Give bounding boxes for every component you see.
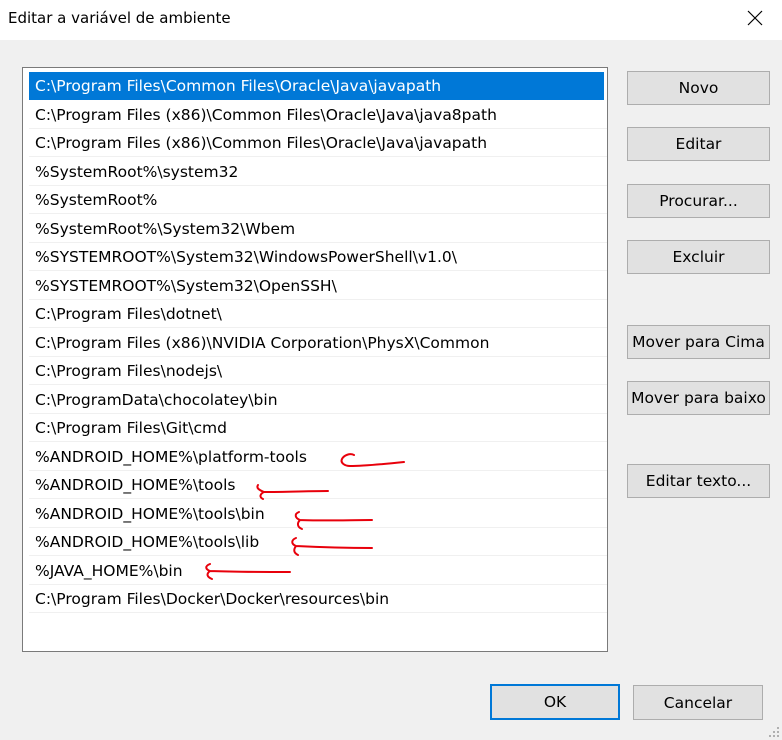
- list-item-label: %ANDROID_HOME%\tools\lib: [35, 533, 260, 551]
- list-item-label: %ANDROID_HOME%\platform-tools: [35, 448, 307, 466]
- list-item-label: %SystemRoot%\System32\Wbem: [35, 220, 296, 238]
- list-item-label: %SYSTEMROOT%\System32\OpenSSH\: [35, 277, 337, 295]
- list-item-label: C:\Program Files\dotnet\: [35, 305, 222, 323]
- list-item[interactable]: %ANDROID_HOME%\tools\lib: [29, 528, 607, 556]
- procurar-button[interactable]: Procurar...: [627, 184, 770, 218]
- list-item-label: %ANDROID_HOME%\tools\bin: [35, 505, 265, 523]
- list-item-label: C:\Program Files (x86)\NVIDIA Corporatio…: [35, 334, 490, 352]
- list-item[interactable]: %SystemRoot%\system32: [29, 158, 607, 186]
- list-item[interactable]: C:\Program Files\Common Files\Oracle\Jav…: [29, 72, 604, 100]
- close-icon: [747, 10, 763, 26]
- list-item[interactable]: C:\Program Files\Git\cmd: [29, 414, 607, 442]
- close-button[interactable]: [728, 0, 782, 36]
- list-item-label: C:\Program Files\Common Files\Oracle\Jav…: [35, 77, 442, 95]
- title-bar: Editar a variável de ambiente: [0, 0, 782, 40]
- list-item-label: C:\ProgramData\chocolatey\bin: [35, 391, 278, 409]
- list-item[interactable]: %JAVA_HOME%\bin: [29, 557, 607, 585]
- list-item-label: C:\Program Files (x86)\Common Files\Orac…: [35, 106, 497, 124]
- list-item[interactable]: C:\Program Files\dotnet\: [29, 300, 607, 328]
- novo-button[interactable]: Novo: [627, 71, 770, 105]
- list-item[interactable]: %ANDROID_HOME%\tools\bin: [29, 500, 607, 528]
- list-item[interactable]: %ANDROID_HOME%\platform-tools: [29, 443, 607, 471]
- list-item[interactable]: C:\Program Files\Docker\Docker\resources…: [29, 585, 607, 613]
- resize-grip-icon[interactable]: [768, 726, 780, 738]
- list-item-label: C:\Program Files\nodejs\: [35, 362, 223, 380]
- list-item-label: %ANDROID_HOME%\tools: [35, 476, 236, 494]
- list-item[interactable]: C:\Program Files (x86)\NVIDIA Corporatio…: [29, 329, 607, 357]
- list-item-label: %SYSTEMROOT%\System32\WindowsPowerShell\…: [35, 248, 457, 266]
- edit-text-button[interactable]: Editar texto...: [627, 464, 770, 498]
- list-item-label: %SystemRoot%: [35, 191, 158, 209]
- list-item-label: %JAVA_HOME%\bin: [35, 562, 183, 580]
- list-item[interactable]: C:\Program Files (x86)\Common Files\Orac…: [29, 129, 607, 157]
- list-item[interactable]: %SystemRoot%\System32\Wbem: [29, 215, 607, 243]
- list-item[interactable]: C:\Program Files (x86)\Common Files\Orac…: [29, 101, 607, 129]
- editar-button[interactable]: Editar: [627, 127, 770, 161]
- list-item-label: C:\Program Files\Git\cmd: [35, 419, 227, 437]
- excluir-button[interactable]: Excluir: [627, 240, 770, 274]
- path-list[interactable]: C:\Program Files\Common Files\Oracle\Jav…: [22, 67, 608, 652]
- ok-button[interactable]: OK: [490, 684, 620, 720]
- list-item[interactable]: %SystemRoot%: [29, 186, 607, 214]
- list-item[interactable]: %SYSTEMROOT%\System32\WindowsPowerShell\…: [29, 243, 607, 271]
- move-up-button[interactable]: Mover para Cima: [627, 325, 770, 359]
- list-item[interactable]: C:\Program Files\nodejs\: [29, 357, 607, 385]
- list-item-label: C:\Program Files\Docker\Docker\resources…: [35, 590, 390, 608]
- list-item-label: %SystemRoot%\system32: [35, 163, 239, 181]
- move-down-button[interactable]: Mover para baixo: [627, 381, 770, 415]
- list-item[interactable]: C:\ProgramData\chocolatey\bin: [29, 386, 607, 414]
- cancel-button[interactable]: Cancelar: [633, 685, 763, 720]
- window-title: Editar a variável de ambiente: [8, 9, 231, 27]
- list-item-label: C:\Program Files (x86)\Common Files\Orac…: [35, 134, 488, 152]
- list-item[interactable]: %ANDROID_HOME%\tools: [29, 471, 607, 499]
- list-item[interactable]: %SYSTEMROOT%\System32\OpenSSH\: [29, 272, 607, 300]
